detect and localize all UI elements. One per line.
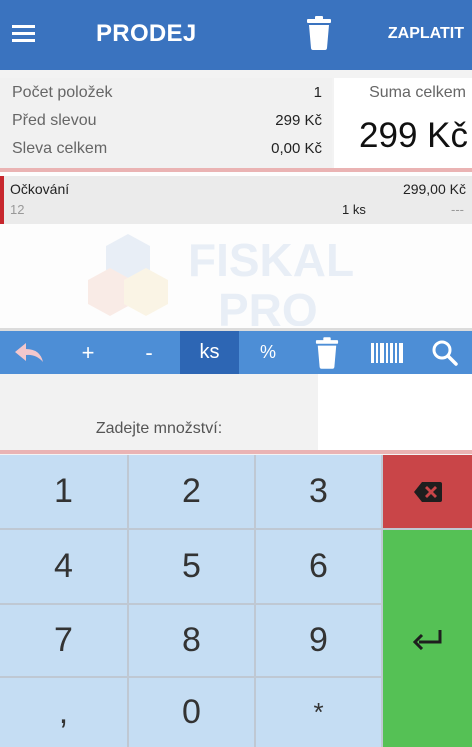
key-4[interactable]: 4: [0, 530, 127, 603]
before-discount-label: Před slevou: [12, 112, 97, 129]
item-quantity: 1 ks: [342, 202, 366, 217]
enter-icon: [412, 630, 441, 651]
key-comma[interactable]: ,: [0, 678, 127, 747]
items-count-label: Počet položek: [12, 84, 113, 101]
list-item[interactable]: Očkování 299,00 Kč 12 1 ks ---: [0, 176, 472, 224]
watermark-line1: FISKAL: [188, 234, 354, 286]
before-discount-row: Před slevou 299 Kč: [12, 112, 322, 130]
discount-total-row: Sleva celkem 0,00 Kč: [12, 140, 322, 158]
hamburger-icon[interactable]: [12, 25, 35, 43]
total-label: Suma celkem: [369, 84, 466, 101]
backspace-icon: [413, 482, 442, 502]
fiskalpro-watermark-logo: FISKAL PRO: [88, 234, 354, 326]
backspace-button[interactable]: [383, 455, 472, 528]
minus-button[interactable]: -: [118, 331, 180, 374]
divider: [0, 450, 472, 454]
enter-button[interactable]: [383, 530, 472, 747]
quantity-label: Zadejte množství:: [95, 420, 223, 437]
key-0[interactable]: 0: [129, 678, 254, 747]
watermark-line2: PRO: [218, 284, 318, 326]
key-asterisk[interactable]: *: [256, 678, 381, 747]
item-code: 12: [10, 202, 25, 217]
item-discount: ---: [451, 202, 464, 217]
item-name: Očkování: [10, 181, 70, 197]
key-5[interactable]: 5: [129, 530, 254, 603]
quantity-input[interactable]: [320, 398, 470, 446]
percent-button[interactable]: %: [239, 331, 297, 374]
key-8[interactable]: 8: [129, 605, 254, 676]
total-value: 299 Kč: [359, 116, 468, 155]
item-marker: [0, 176, 4, 224]
summary-details: Počet položek 1 Před slevou 299 Kč Sleva…: [0, 78, 332, 168]
search-icon: [432, 340, 458, 366]
key-3[interactable]: 3: [256, 455, 381, 528]
total-box: Suma celkem 299 Kč: [334, 78, 472, 168]
key-1[interactable]: 1: [0, 455, 127, 528]
items-count-row: Počet položek 1: [12, 84, 322, 102]
quantity-label-box: Zadejte množství:: [0, 374, 318, 450]
pay-button[interactable]: ZAPLATIT: [388, 25, 464, 43]
key-2[interactable]: 2: [129, 455, 254, 528]
key-6[interactable]: 6: [256, 530, 381, 603]
discount-total-label: Sleva celkem: [12, 140, 108, 157]
quantity-entry: Zadejte množství:: [0, 374, 472, 450]
key-9[interactable]: 9: [256, 605, 381, 676]
action-toolbar: + - ks %: [0, 328, 472, 374]
before-discount-value: 299 Kč: [275, 112, 322, 129]
page-title: PRODEJ: [96, 20, 197, 47]
trash-icon: [315, 337, 339, 369]
delete-item-button[interactable]: [297, 331, 357, 374]
items-count-value: 1: [313, 84, 322, 101]
unit-button[interactable]: ks: [180, 331, 239, 374]
app-header: PRODEJ ZAPLATIT: [0, 0, 472, 70]
search-button[interactable]: [417, 331, 472, 374]
item-price: 299,00 Kč: [402, 181, 466, 197]
back-button[interactable]: [0, 331, 58, 374]
barcode-button[interactable]: [357, 331, 417, 374]
discount-total-value: 0,00 Kč: [271, 140, 322, 157]
reply-arrow-icon: [15, 343, 43, 362]
summary-panel: Počet položek 1 Před slevou 299 Kč Sleva…: [0, 78, 472, 168]
barcode-icon: [371, 343, 403, 363]
key-7[interactable]: 7: [0, 605, 127, 676]
plus-button[interactable]: +: [58, 331, 118, 374]
trash-icon[interactable]: [306, 16, 332, 50]
items-list: Očkování 299,00 Kč 12 1 ks --- FISKAL PR…: [0, 172, 472, 328]
numeric-keypad: 1 2 3 4 5 6 7 8 9 , 0 *: [0, 455, 472, 747]
